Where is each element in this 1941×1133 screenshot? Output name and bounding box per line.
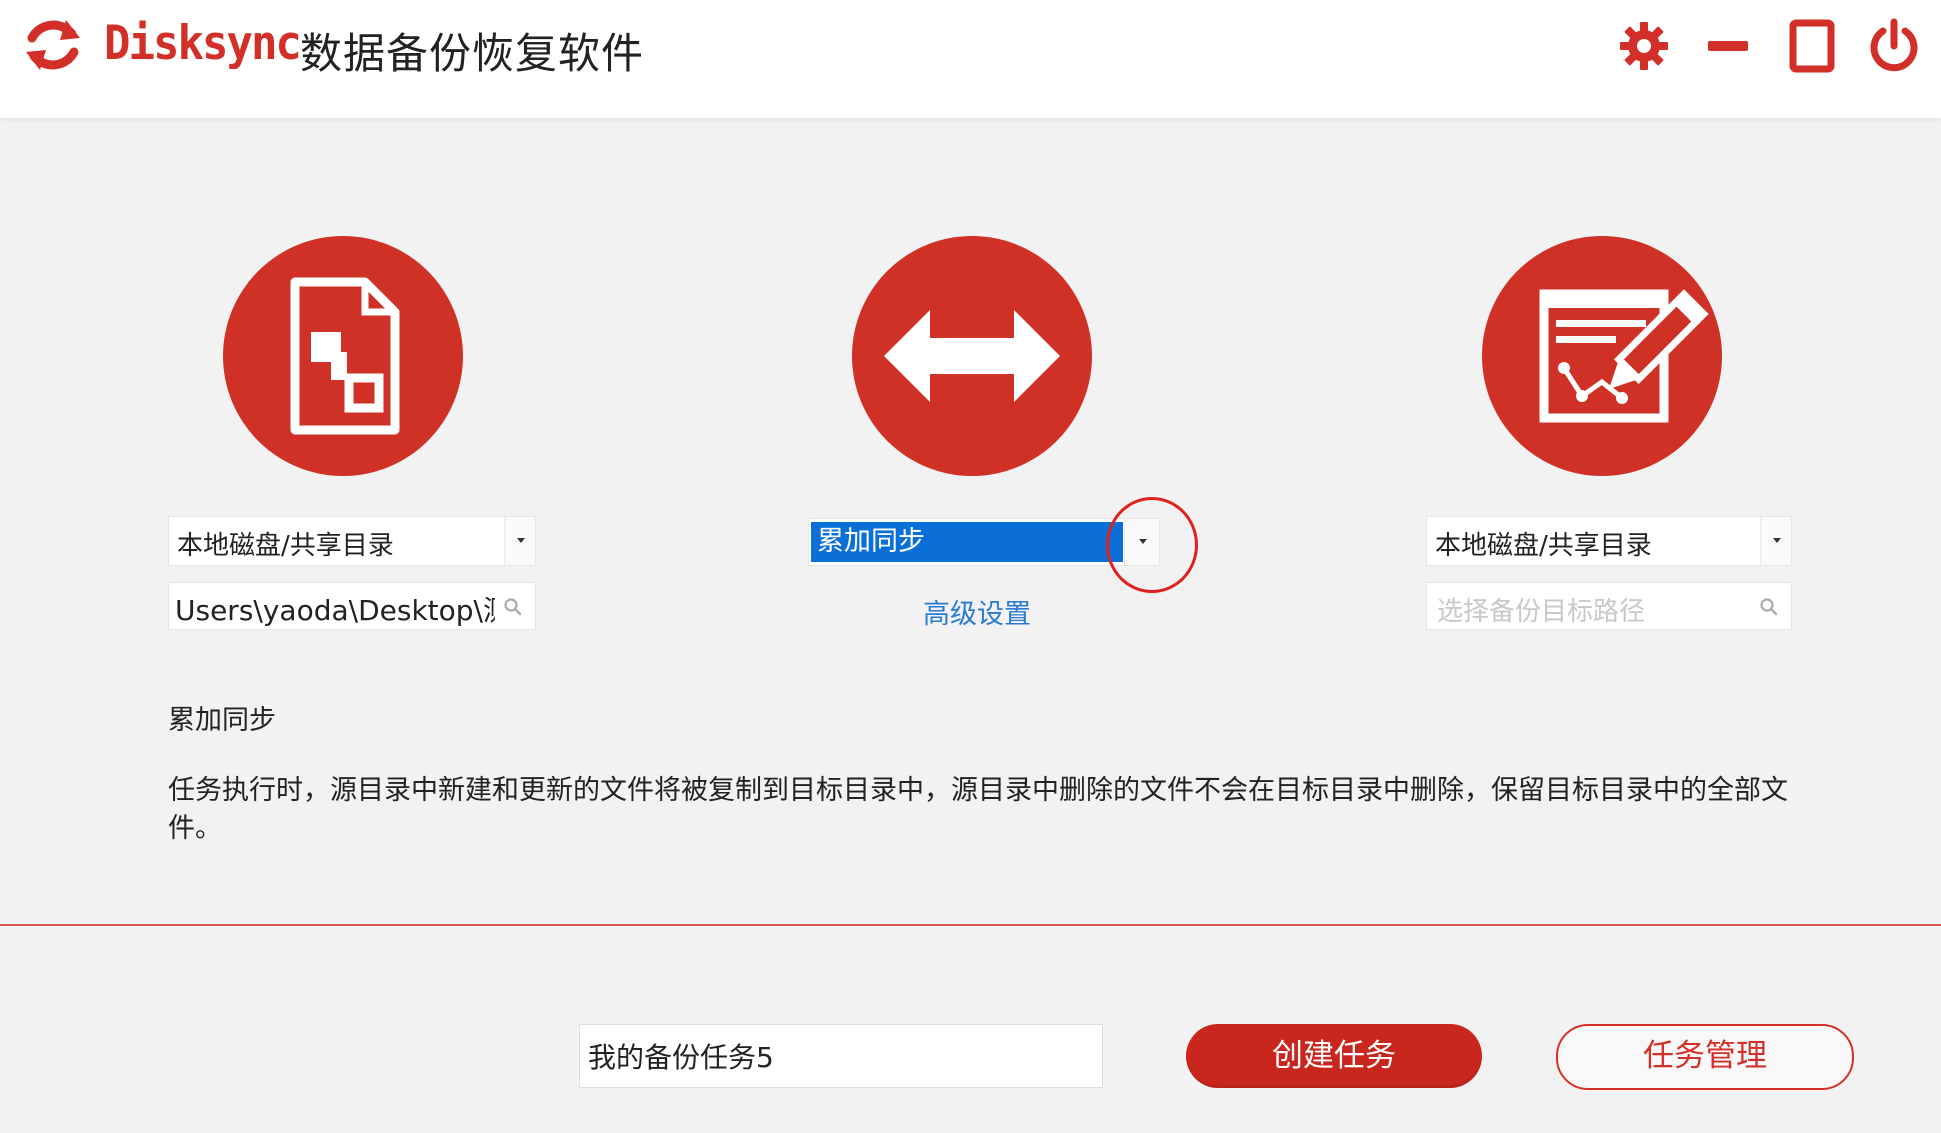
target-path-field[interactable]: 选择备份目标路径 <box>1426 582 1792 630</box>
task-manage-button[interactable]: 任务管理 <box>1556 1024 1854 1090</box>
source-type-value: 本地磁盘/共享目录 <box>177 531 394 561</box>
app-title: 数据备份恢复软件 <box>300 29 645 78</box>
power-icon[interactable] <box>1866 18 1922 74</box>
gear-icon[interactable] <box>1616 18 1672 74</box>
highlight-annotation <box>1106 497 1198 593</box>
edit-document-icon <box>1539 289 1709 423</box>
target-path-placeholder: 选择备份目标路径 <box>1437 597 1646 627</box>
divider <box>0 924 1941 926</box>
title-bar: Disksync 数据备份恢复软件 <box>0 0 1941 118</box>
advanced-settings-link[interactable]: 高级设置 <box>923 592 1031 631</box>
sync-logo-icon <box>26 20 80 70</box>
source-circle[interactable] <box>223 236 463 476</box>
minimize-icon[interactable] <box>1700 18 1756 74</box>
source-file-icon <box>290 277 400 435</box>
target-circle[interactable] <box>1482 236 1722 476</box>
mode-description-title: 累加同步 <box>168 705 276 736</box>
sync-mode-value: 累加同步 <box>811 522 1123 562</box>
sync-circle <box>852 236 1092 476</box>
target-type-select[interactable]: 本地磁盘/共享目录 <box>1426 516 1792 566</box>
source-type-select[interactable]: 本地磁盘/共享目录 <box>168 516 536 566</box>
chevron-down-icon[interactable] <box>1760 517 1791 565</box>
search-icon[interactable] <box>1759 597 1779 617</box>
source-path-field[interactable]: Users\yaoda\Desktop\测 <box>168 582 536 630</box>
maximize-icon[interactable] <box>1784 18 1840 74</box>
search-icon[interactable] <box>503 597 523 617</box>
mode-description-text: 任务执行时，源目录中新建和更新的文件将被复制到目标目录中，源目录中删除的文件不会… <box>168 775 1788 844</box>
create-task-button[interactable]: 创建任务 <box>1186 1024 1482 1088</box>
bidirectional-arrow-icon <box>884 310 1060 402</box>
target-type-value: 本地磁盘/共享目录 <box>1435 531 1652 561</box>
brand-name: Disksync <box>104 15 302 72</box>
source-path-value: Users\yaoda\Desktop\测 <box>175 594 495 627</box>
chevron-down-icon[interactable] <box>504 517 535 565</box>
task-name-input[interactable] <box>579 1024 1103 1088</box>
